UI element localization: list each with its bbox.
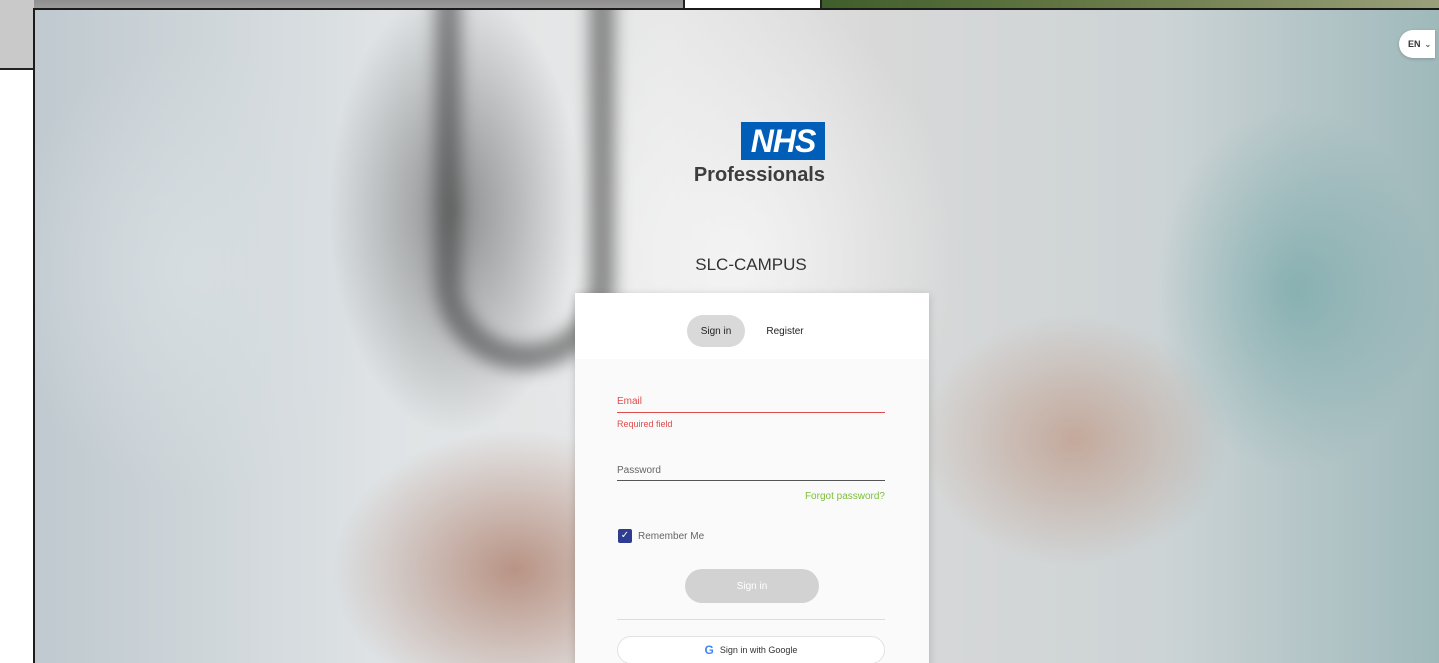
- google-sign-in-label: Sign in with Google: [719, 645, 798, 655]
- chevron-down-icon: ⌄: [1424, 39, 1432, 49]
- background-window-gap: [685, 0, 820, 8]
- google-icon: G: [704, 643, 714, 657]
- password-field[interactable]: Password: [617, 465, 661, 476]
- language-selector[interactable]: EN ⌄: [1399, 30, 1435, 58]
- sign-in-button[interactable]: Sign in: [685, 569, 819, 603]
- background-window-corner: [0, 0, 34, 70]
- email-field[interactable]: Email: [617, 396, 642, 407]
- campus-title: SLC-CAMPUS: [695, 255, 807, 274]
- logo-subtitle: Professionals: [693, 164, 825, 186]
- login-card: Sign in Register Email Required field Pa…: [575, 293, 929, 663]
- tab-sign-in[interactable]: Sign in: [687, 315, 745, 347]
- nhs-logo-box: NHS: [741, 122, 825, 160]
- remember-me-checkbox[interactable]: ✓: [618, 529, 632, 543]
- language-label: EN: [1408, 39, 1421, 49]
- forgot-password-link[interactable]: Forgot password?: [805, 491, 885, 502]
- email-error-message: Required field: [617, 419, 673, 429]
- remember-me-label: Remember Me: [638, 530, 705, 542]
- auth-tabs: Sign in Register: [575, 293, 929, 359]
- nhs-professionals-logo: NHS Professionals: [675, 122, 825, 192]
- password-underline: [617, 480, 885, 481]
- google-sign-in-button[interactable]: G Sign in with Google: [617, 636, 885, 663]
- tab-register[interactable]: Register: [755, 315, 815, 347]
- email-underline: [617, 412, 885, 413]
- remember-me[interactable]: ✓ Remember Me: [618, 529, 704, 543]
- login-page: EN ⌄ NHS Professionals SLC-CAMPUS Sign i…: [33, 8, 1439, 663]
- divider: [617, 619, 885, 620]
